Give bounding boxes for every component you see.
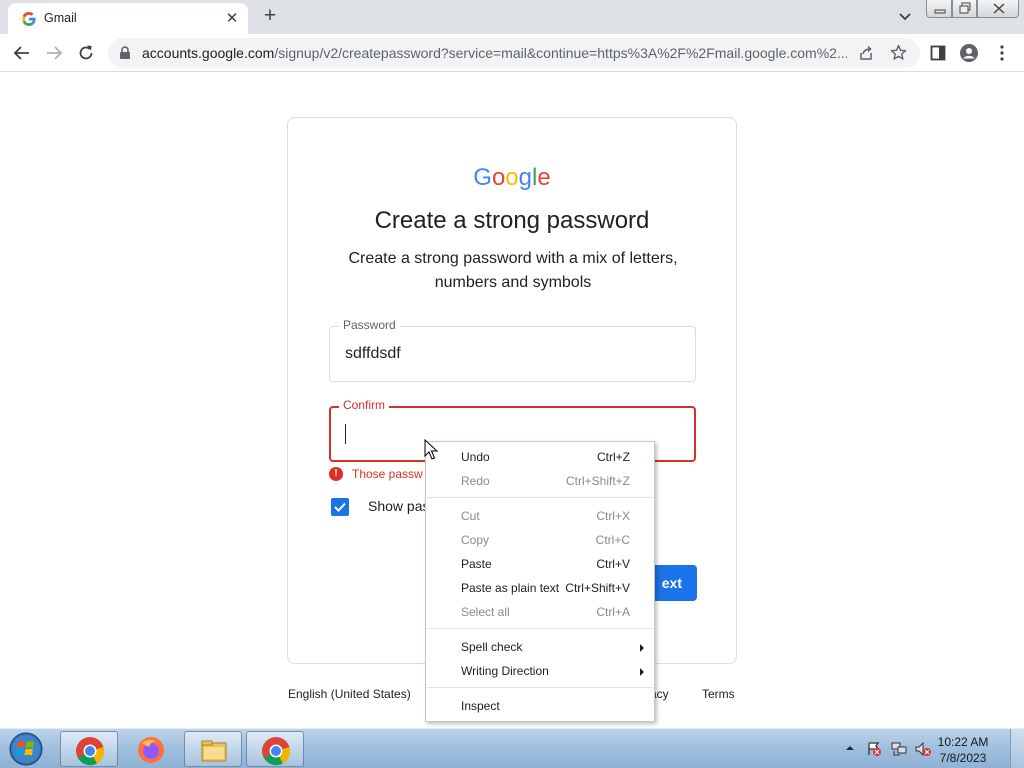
password-field[interactable]: Password sdffdsdf — [329, 318, 696, 382]
start-button-icon[interactable] — [4, 730, 48, 768]
show-password-checkbox[interactable] — [331, 498, 349, 516]
show-password-label[interactable]: Show pas — [368, 498, 429, 514]
taskbar-chrome-2[interactable] — [246, 731, 304, 767]
clock-date: 7/8/2023 — [939, 751, 987, 765]
share-icon[interactable] — [858, 45, 874, 61]
error-text: Those passw — [352, 467, 423, 481]
menu-item-label: Select all — [461, 605, 510, 619]
menu-item-paste-plain[interactable]: Paste as plain text Ctrl+Shift+V — [426, 576, 654, 600]
mouse-pointer-icon — [424, 439, 438, 460]
page-subtitle: Create a strong password with a mix of l… — [348, 250, 678, 291]
taskbar-file-explorer[interactable] — [184, 731, 242, 767]
tab-search-chevron-icon[interactable] — [894, 7, 916, 27]
menu-item-copy[interactable]: Copy Ctrl+C — [426, 528, 654, 552]
language-selector[interactable]: English (United States) — [288, 687, 411, 701]
tab-strip: Gmail ✕ + — [0, 0, 1024, 34]
tab-gmail[interactable]: Gmail ✕ — [8, 3, 248, 34]
menu-item-label: Redo — [461, 474, 490, 488]
password-label: Password — [339, 318, 400, 332]
menu-item-label: Copy — [461, 533, 490, 547]
profile-icon[interactable] — [955, 39, 983, 67]
confirm-label: Confirm — [339, 398, 390, 412]
browser-toolbar: accounts.google.com/signup/v2/createpass… — [0, 34, 1024, 72]
menu-item-shortcut: Ctrl+A — [596, 605, 630, 619]
submenu-arrow-icon — [640, 668, 644, 676]
lock-icon[interactable] — [119, 46, 131, 60]
url-path: /signup/v2/createpassword?service=mail&c… — [274, 45, 847, 61]
menu-item-label: Spell check — [461, 640, 523, 654]
menu-item-label: Writing Direction — [461, 664, 549, 678]
menu-item-shortcut: Ctrl+V — [596, 557, 630, 571]
network-icon[interactable] — [890, 741, 908, 757]
menu-item-cut[interactable]: Cut Ctrl+X — [426, 504, 654, 528]
submenu-arrow-icon — [640, 644, 644, 652]
sidepanel-icon[interactable] — [924, 39, 952, 67]
new-tab-button[interactable]: + — [258, 5, 282, 29]
reload-icon[interactable] — [72, 39, 100, 67]
menu-separator — [427, 628, 653, 629]
url-host: accounts.google.com — [142, 45, 275, 61]
menu-item-redo[interactable]: Redo Ctrl+Shift+Z — [426, 469, 654, 493]
menu-item-label: Paste — [461, 557, 492, 571]
restore-button[interactable] — [952, 0, 977, 18]
forward-icon[interactable] — [40, 39, 68, 67]
star-icon[interactable] — [890, 44, 907, 61]
logo-letter: o — [491, 164, 506, 191]
menu-item-shortcut: Ctrl+Z — [597, 450, 630, 464]
google-logo: Google — [288, 164, 736, 192]
checkmark-icon — [334, 502, 346, 512]
menu-item-spell-check[interactable]: Spell check — [426, 635, 654, 659]
taskbar-firefox[interactable] — [122, 731, 180, 767]
tray-expand-icon[interactable] — [845, 744, 855, 752]
clock-time: 10:22 AM — [937, 735, 989, 749]
menu-item-label: Paste as plain text — [461, 581, 560, 595]
logo-letter: g — [518, 164, 533, 191]
logo-letter: o — [505, 164, 519, 191]
show-desktop-button[interactable] — [1010, 729, 1024, 768]
menu-item-shortcut: Ctrl+Shift+Z — [565, 474, 630, 488]
context-menu: Undo Ctrl+Z Redo Ctrl+Shift+Z Cut Ctrl+X… — [425, 441, 655, 722]
text-caret — [345, 424, 346, 444]
menu-separator — [427, 497, 653, 498]
action-center-icon[interactable] — [866, 741, 882, 757]
menu-item-writing-direction[interactable]: Writing Direction — [426, 659, 654, 683]
menu-item-label: Inspect — [461, 699, 500, 713]
menu-separator — [427, 687, 653, 688]
chrome-icon — [76, 737, 105, 766]
chrome-icon — [262, 737, 291, 766]
logo-letter: G — [473, 164, 492, 191]
menu-item-shortcut: Ctrl+C — [595, 533, 630, 547]
taskbar-chrome-1[interactable] — [60, 731, 118, 767]
address-bar[interactable]: accounts.google.com/signup/v2/createpass… — [108, 38, 920, 68]
google-favicon-icon — [22, 12, 36, 26]
error-icon: ! — [329, 467, 343, 481]
menu-item-shortcut: Ctrl+Shift+V — [565, 581, 630, 595]
windows-taskbar: 10:22 AM 7/8/2023 — [0, 728, 1024, 768]
menu-item-undo[interactable]: Undo Ctrl+Z — [426, 445, 654, 469]
file-explorer-icon — [201, 740, 227, 762]
firefox-icon — [138, 737, 164, 763]
page-title: Create a strong password — [374, 207, 650, 234]
terms-link[interactable]: Terms — [702, 687, 735, 701]
menu-item-label: Cut — [461, 509, 480, 523]
menu-item-shortcut: Ctrl+X — [596, 509, 630, 523]
menu-icon[interactable] — [988, 39, 1016, 67]
menu-item-select-all[interactable]: Select all Ctrl+A — [426, 600, 654, 624]
url-text: accounts.google.com/signup/v2/createpass… — [142, 45, 847, 61]
password-value[interactable]: sdffdsdf — [345, 345, 401, 363]
system-clock[interactable]: 10:22 AM 7/8/2023 — [924, 734, 1002, 766]
window-close-button[interactable] — [977, 0, 1019, 18]
tab-close-icon[interactable]: ✕ — [221, 8, 243, 30]
logo-letter: e — [537, 164, 551, 191]
menu-item-label: Undo — [461, 450, 490, 464]
menu-item-inspect[interactable]: Inspect — [426, 694, 654, 718]
minimize-button[interactable] — [926, 0, 952, 18]
tab-title: Gmail — [44, 11, 77, 25]
menu-item-paste[interactable]: Paste Ctrl+V — [426, 552, 654, 576]
back-icon[interactable] — [8, 39, 36, 67]
